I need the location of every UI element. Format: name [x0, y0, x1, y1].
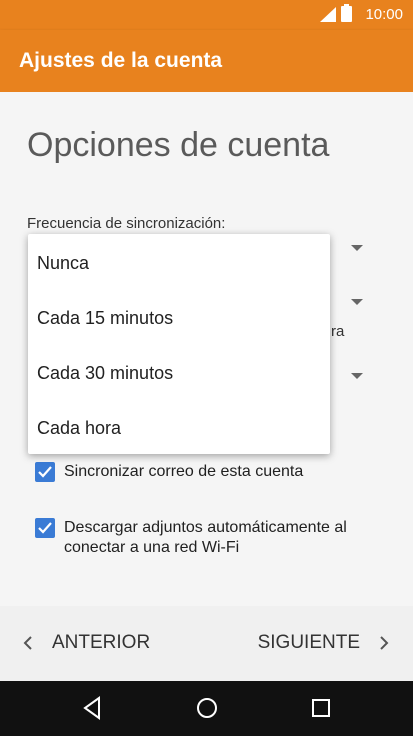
previous-button-label: ANTERIOR: [52, 632, 151, 653]
system-nav-bar: [0, 681, 413, 736]
sync-mail-label: Sincronizar correo de esta cuenta: [64, 463, 304, 480]
wizard-footer: ANTERIOR SIGUIENTE: [0, 606, 413, 681]
app-bar-title: Ajustes de la cuenta: [19, 49, 223, 72]
signal-icon: [320, 7, 336, 22]
battery-icon: [341, 4, 352, 22]
app-bar: Ajustes de la cuenta: [0, 30, 413, 92]
chevron-right-icon: [380, 636, 389, 650]
dropdown-option-30-min[interactable]: Cada 30 minutos: [37, 363, 173, 384]
sync-frequency-label: Frecuencia de sincronización:: [27, 215, 226, 232]
dropdown-option-never[interactable]: Nunca: [37, 253, 89, 274]
back-icon[interactable]: [81, 696, 103, 720]
dropdown-option-15-min[interactable]: Cada 15 minutos: [37, 308, 173, 329]
page-title: Opciones de cuenta: [27, 126, 330, 164]
notify-dropdown-arrow-icon[interactable]: [351, 299, 363, 305]
partial-setting-text: ra: [331, 323, 345, 340]
next-button[interactable]: SIGUIENTE: [258, 632, 390, 654]
sync-frequency-dropdown-menu: Nunca Cada 15 minutos Cada 30 minutos Ca…: [28, 234, 330, 454]
wifi-attachments-checkbox[interactable]: [35, 518, 55, 538]
wifi-attachments-label: Descargar adjuntos automáticamente al co…: [64, 519, 347, 556]
recents-icon[interactable]: [310, 696, 332, 720]
dropdown-option-hourly[interactable]: Cada hora: [37, 418, 121, 439]
home-icon[interactable]: [195, 696, 219, 720]
sync-mail-checkbox[interactable]: [35, 462, 55, 482]
status-bar: 10:00: [0, 0, 413, 30]
size-dropdown-arrow-icon[interactable]: [351, 373, 363, 379]
status-time: 10:00: [365, 6, 403, 23]
sync-frequency-dropdown-arrow-icon[interactable]: [351, 245, 363, 251]
chevron-left-icon: [23, 636, 32, 650]
next-button-label: SIGUIENTE: [257, 632, 360, 653]
previous-button[interactable]: ANTERIOR: [22, 632, 150, 654]
